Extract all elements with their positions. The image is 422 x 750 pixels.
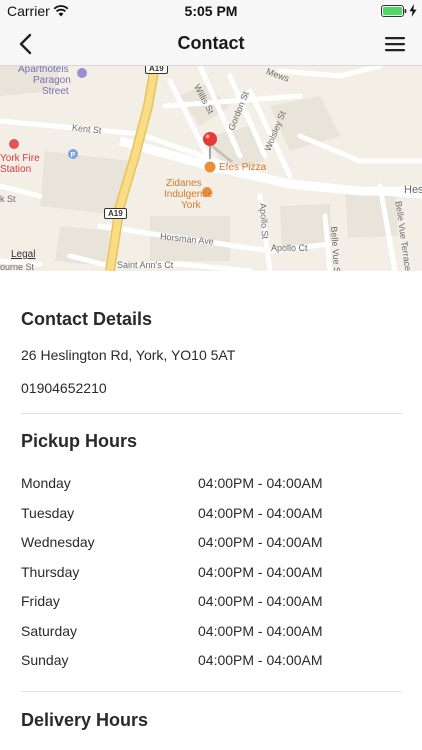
hours-value: 04:00PM - 04:00AM: [198, 623, 323, 639]
hours-value: 04:00PM - 04:00AM: [198, 534, 323, 550]
efes-pizza-poi-icon: [204, 161, 216, 173]
navigation-bar: Contact: [0, 22, 422, 66]
pickup-row-wednesday: Wednesday 04:00PM - 04:00AM: [21, 534, 402, 554]
pickup-row-saturday: Saturday 04:00PM - 04:00AM: [21, 623, 402, 643]
svg-text:P: P: [71, 152, 76, 159]
map-label-zidanes: Zidanes: [166, 178, 202, 189]
back-chevron-icon[interactable]: [12, 30, 40, 58]
day-label: Monday: [21, 475, 71, 491]
map-label-york: York: [181, 200, 201, 211]
delivery-hours-heading: Delivery Hours: [21, 710, 149, 730]
fire-station-poi-icon: [9, 139, 19, 149]
map-label-street: Street: [42, 86, 69, 97]
map-label-efes-pizza: Efes Pizza: [219, 162, 267, 173]
status-time: 5:05 PM: [184, 3, 238, 19]
day-label: Thursday: [21, 564, 80, 580]
hotel-poi-icon: [77, 68, 87, 78]
pickup-row-thursday: Thursday 04:00PM - 04:00AM: [21, 564, 402, 584]
map-label-indulgence: Indulgence: [164, 189, 213, 200]
charging-bolt-icon: [409, 4, 417, 17]
map-badge-a19-mid: A19: [104, 208, 127, 219]
map-label-york-fire: York Fire: [0, 153, 40, 164]
map-label-apollo-ct: Apollo Ct: [271, 243, 308, 253]
contact-details-heading: Contact Details: [21, 309, 153, 329]
phone-number[interactable]: 01904652210: [21, 380, 107, 396]
hours-value: 04:00PM - 04:00AM: [198, 505, 323, 521]
day-label: Saturday: [21, 623, 78, 639]
pickup-row-friday: Friday 04:00PM - 04:00AM: [21, 593, 402, 613]
map-label-k-st: k St: [0, 194, 16, 204]
pickup-hours-heading: Pickup Hours: [21, 431, 138, 451]
hours-value: 04:00PM - 04:00AM: [198, 475, 323, 491]
day-label: Sunday: [21, 652, 69, 668]
map-label-aparthotels: Aparthotels: [18, 66, 69, 75]
hours-value: 04:00PM - 04:00AM: [198, 652, 323, 668]
page-title: Contact: [177, 33, 245, 53]
status-bar: Carrier 5:05 PM: [0, 0, 422, 22]
divider: [21, 413, 402, 414]
map-legal-link[interactable]: Legal: [11, 249, 35, 260]
address-text[interactable]: 26 Heslington Rd, York, YO10 5AT: [21, 347, 235, 363]
day-label: Wednesday: [21, 534, 95, 550]
location-map[interactable]: P Aparthotels Paragon Street A19 Kent St…: [0, 66, 422, 271]
hours-value: 04:00PM - 04:00AM: [198, 564, 323, 580]
pickup-row-tuesday: Tuesday 04:00PM - 04:00AM: [21, 505, 402, 525]
hamburger-menu-icon[interactable]: [381, 31, 409, 57]
day-label: Tuesday: [21, 505, 75, 521]
map-label-ourne-st: ourne St: [0, 262, 35, 271]
hours-value: 04:00PM - 04:00AM: [198, 593, 323, 609]
map-label-saint-anns-ct: Saint Ann's Ct: [117, 260, 174, 270]
map-label-paragon: Paragon: [33, 75, 71, 86]
map-badge-a19-top: A19: [145, 66, 168, 74]
divider: [21, 691, 402, 692]
pickup-row-sunday: Sunday 04:00PM - 04:00AM: [21, 652, 402, 672]
map-label-station: Station: [0, 164, 32, 175]
map-label-hes: Hes: [404, 184, 422, 196]
battery-icon: [381, 5, 407, 17]
day-label: Friday: [21, 593, 60, 609]
pickup-row-monday: Monday 04:00PM - 04:00AM: [21, 475, 402, 495]
